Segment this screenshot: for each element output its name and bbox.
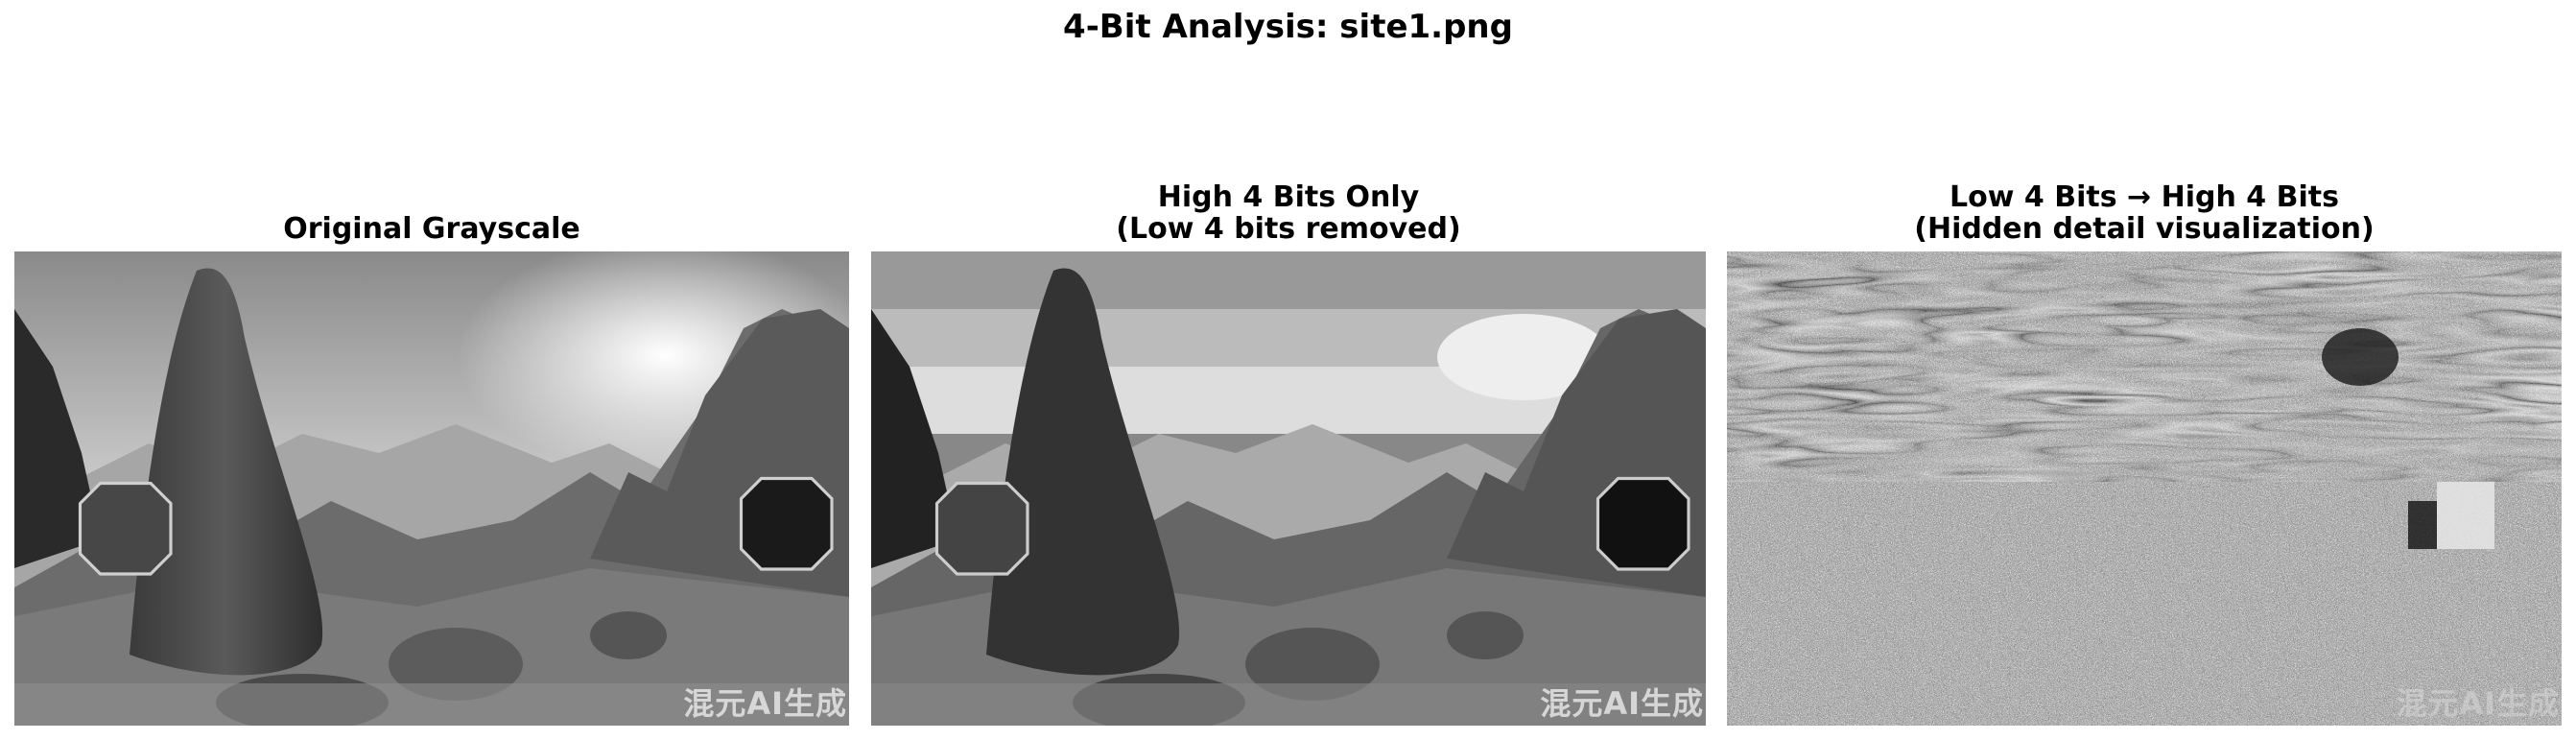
low-4-bits-visualization-image: 混元AI生成 [1727, 251, 2562, 726]
watermark-text: 混元AI生成 [1540, 685, 1704, 722]
panel-3-title-line2: (Hidden detail visualization) [1914, 212, 2375, 246]
watermark-text: 混元AI生成 [2396, 685, 2560, 722]
high-4-bits-image: 混元AI生成 [871, 251, 1706, 726]
panel-2-title-line2: (Low 4 bits removed) [1116, 212, 1461, 246]
panel-2-title-line1: High 4 Bits Only [1157, 180, 1420, 214]
watermark-text: 混元AI生成 [683, 685, 847, 722]
original-grayscale-image: 混元AI生成 [14, 251, 849, 726]
figure-title: 4-Bit Analysis: site1.png [1063, 8, 1513, 46]
panel-3-title-line1: Low 4 Bits → High 4 Bits [1950, 180, 2339, 214]
panel-1-title: Original Grayscale [283, 212, 580, 246]
